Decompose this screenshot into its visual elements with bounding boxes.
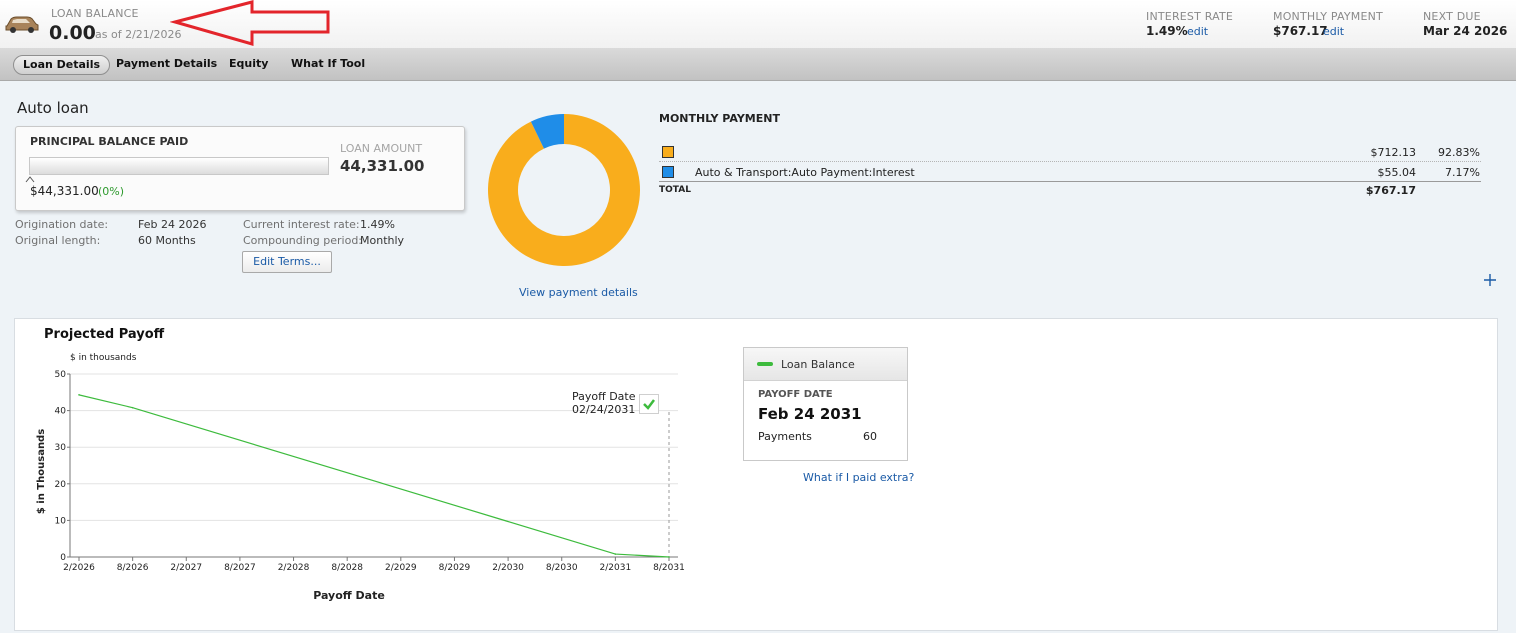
monthly-payment-value: $767.17 [1273, 24, 1328, 38]
y-axis-title: $ in Thousands [36, 429, 47, 514]
payment-row-amount: $55.04 [1377, 166, 1417, 179]
principal-paid-pct: (0%) [98, 185, 125, 198]
monthly-payment-title: MONTHLY PAYMENT [659, 112, 780, 125]
x-tick-label: 8/2029 [439, 563, 471, 573]
tab-equity[interactable]: Equity [229, 55, 268, 73]
x-tick-label: 2/2026 [63, 563, 95, 573]
loan-balance-point [131, 406, 134, 409]
plus-icon[interactable] [1483, 273, 1497, 287]
payoff-date-label: PAYOFF DATE [758, 389, 833, 400]
x-axis-title: Payoff Date [313, 589, 385, 602]
loan-balance-point [614, 553, 617, 555]
x-tick-label: 2/2031 [600, 563, 632, 573]
loan-balance-line [78, 394, 670, 558]
legend-label: Loan Balance [781, 358, 855, 371]
check-icon [643, 399, 655, 410]
payment-row-label: Auto & Transport:Auto Payment:Interest [695, 166, 915, 179]
origination-value: Feb 24 2026 [138, 218, 207, 231]
tab-loan-details[interactable]: Loan Details [13, 55, 111, 75]
loan-balance-point [78, 394, 80, 396]
monthly-payment-edit-link[interactable]: edit [1323, 25, 1344, 38]
x-tick-label: 8/2026 [117, 563, 149, 573]
next-due-value: Mar 24 2026 [1423, 24, 1508, 38]
original-length-label: Original length: [15, 234, 101, 247]
payment-row-amount: $712.13 [1370, 146, 1417, 159]
payoff-date-value: Feb 24 2031 [758, 405, 862, 423]
payment-row-pct: 7.17% [1445, 166, 1480, 179]
next-due-label: NEXT DUE [1423, 10, 1481, 23]
view-payment-details-link[interactable]: View payment details [519, 286, 638, 299]
compounding-value: Monthly [360, 234, 405, 247]
origination-label: Origination date: [15, 218, 109, 231]
payoff-marker-date: 02/24/2031 [572, 403, 636, 416]
original-length-value: 60 Months [138, 234, 196, 247]
edit-terms-button[interactable]: Edit Terms... [242, 251, 332, 273]
projected-payoff-title: Projected Payoff [44, 327, 165, 342]
interest-rate-label: INTEREST RATE [1146, 10, 1234, 23]
progress-marker-icon [25, 176, 35, 183]
payments-label: Payments [758, 430, 812, 443]
payment-row-pct: 92.83% [1438, 146, 1480, 159]
payments-value: 60 [863, 430, 877, 443]
interest-color-swatch [662, 166, 674, 178]
legend-swatch [757, 362, 773, 366]
total-amount: $767.17 [1365, 184, 1416, 197]
x-tick-label: 8/2027 [224, 563, 256, 573]
x-tick-label: 8/2028 [331, 563, 363, 573]
y-tick-label: 20 [55, 480, 67, 490]
monthly-payment-label: MONTHLY PAYMENT [1273, 10, 1383, 23]
tab-bar [0, 48, 1516, 81]
loan-title: Auto loan [17, 99, 89, 117]
payment-donut-chart [488, 114, 640, 266]
principal-card: PRINCIPAL BALANCE PAID $44,331.00 (0%) L… [15, 126, 465, 211]
loan-amount-label: LOAN AMOUNT [340, 142, 423, 155]
x-tick-label: 2/2027 [170, 563, 202, 573]
compounding-label: Compounding period: [243, 234, 363, 247]
x-tick-label: 2/2030 [492, 563, 524, 573]
y-tick-label: 10 [55, 516, 67, 526]
payoff-check-badge [639, 394, 659, 414]
interest-rate-value: 1.49% [1146, 24, 1188, 38]
total-divider [659, 181, 1481, 182]
x-tick-label: 8/2031 [653, 563, 685, 573]
x-tick-label: 8/2030 [546, 563, 578, 573]
loan-balance-label: LOAN BALANCE [51, 7, 139, 20]
tab-what-if-tool[interactable]: What If Tool [291, 55, 365, 73]
loan-amount-value: 44,331.00 [340, 157, 425, 175]
principal-progress-bar [29, 157, 329, 175]
interest-rate-edit-link[interactable]: edit [1187, 25, 1208, 38]
y-tick-label: 30 [55, 443, 67, 453]
loan-balance-point [668, 556, 670, 558]
principal-paid-value: $44,331.00 [30, 184, 99, 198]
balance-as-of: as of 2/21/2026 [95, 28, 182, 41]
principal-color-swatch [662, 146, 674, 158]
payoff-marker-label: Payoff Date [572, 390, 636, 403]
tab-payment-details[interactable]: Payment Details [116, 55, 217, 73]
interest-rate-detail-label: Current interest rate: [243, 218, 360, 231]
payoff-summary-card: Loan Balance PAYOFF DATE Feb 24 2031 Pay… [743, 347, 908, 461]
row-divider [659, 161, 1481, 162]
y-tick-label: 0 [60, 553, 66, 563]
y-tick-label: 50 [55, 370, 67, 380]
y-tick-label: 40 [55, 407, 67, 417]
what-if-paid-extra-link[interactable]: What if I paid extra? [803, 471, 914, 484]
car-icon [5, 16, 39, 33]
x-tick-label: 2/2029 [385, 563, 417, 573]
loan-balance-value: 0.00 [49, 22, 96, 44]
total-label: TOTAL [659, 185, 691, 195]
interest-rate-detail-value: 1.49% [360, 218, 395, 231]
principal-paid-label: PRINCIPAL BALANCE PAID [30, 135, 189, 148]
arrow-annotation-icon [170, 0, 330, 46]
x-tick-label: 2/2028 [278, 563, 310, 573]
